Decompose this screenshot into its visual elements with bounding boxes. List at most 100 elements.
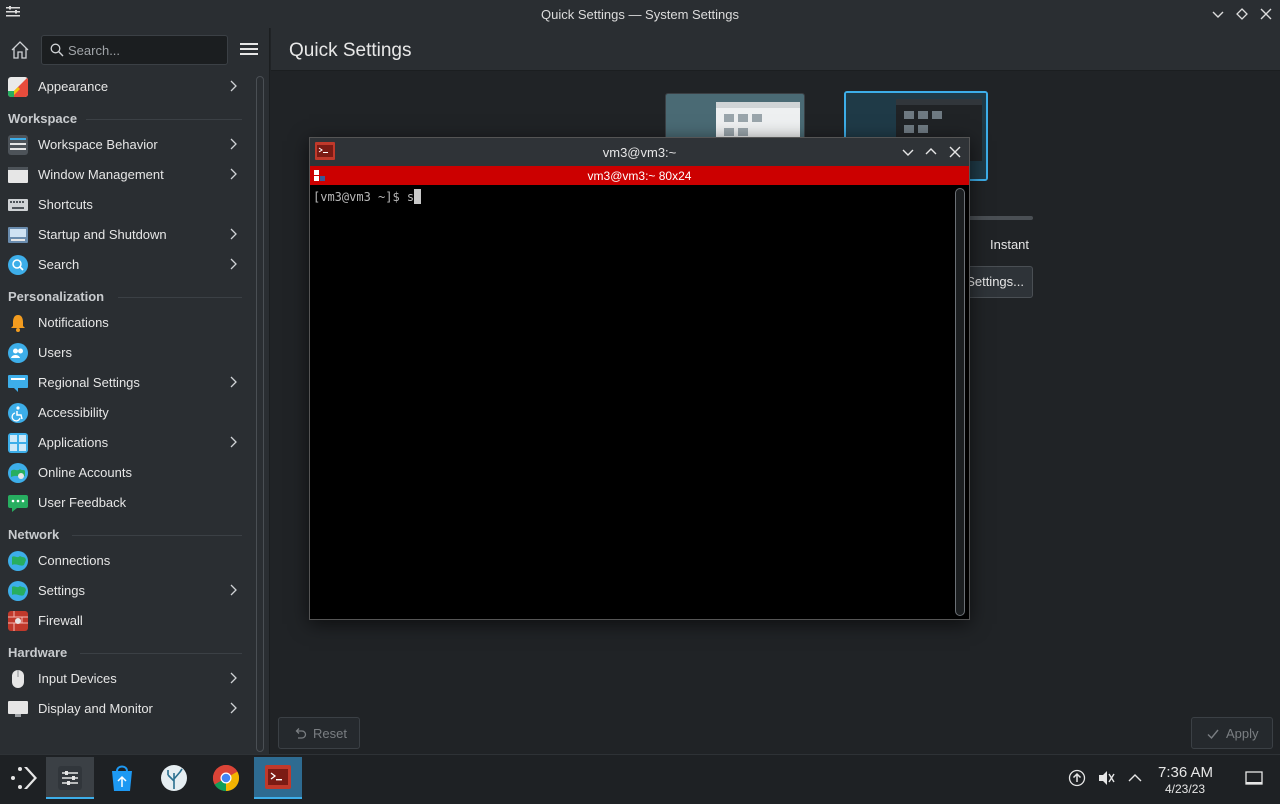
- terminal-tab-bar[interactable]: vm3@vm3:~ 80x24: [310, 166, 969, 185]
- maximize-icon[interactable]: [922, 143, 940, 161]
- terminal-window[interactable]: vm3@vm3:~ vm3@vm3:~ 80x24 [vm3@vm3 ~]$ s: [309, 137, 970, 620]
- users-icon: [8, 343, 28, 363]
- sidebar-item-display-and-monitor[interactable]: Display and Monitor: [0, 694, 252, 724]
- home-button[interactable]: [8, 38, 32, 62]
- bell-icon: [11, 315, 25, 332]
- terminal-icon: [265, 765, 291, 789]
- show-desktop-icon[interactable]: [1245, 769, 1263, 787]
- chevron-right-icon: [230, 376, 237, 388]
- window-management-icon: [8, 167, 28, 183]
- sidebar-item-online-accounts[interactable]: Online Accounts: [0, 458, 252, 488]
- maximize-icon[interactable]: [1234, 6, 1250, 22]
- firewall-icon: [8, 611, 28, 631]
- application-launcher-icon: [11, 767, 37, 789]
- sidebar-item-window-management[interactable]: Window Management: [0, 160, 252, 190]
- animation-speed-slider[interactable]: [961, 216, 1033, 220]
- sidebar-item-input-devices[interactable]: Input Devices: [0, 664, 252, 694]
- keyboard-icon: [8, 199, 28, 211]
- accessibility-icon: [8, 403, 28, 423]
- apply-button[interactable]: Apply: [1191, 717, 1273, 749]
- terminal-output[interactable]: [vm3@vm3 ~]$ s: [310, 185, 951, 619]
- terminal-scrollbar[interactable]: [955, 188, 965, 616]
- sidebar-item-label: Appearance: [38, 79, 109, 94]
- page-title: Quick Settings: [289, 40, 412, 61]
- application-launcher-button[interactable]: [0, 757, 48, 799]
- terminal-prompt-line: [vm3@vm3 ~]$ s: [313, 189, 422, 204]
- taskbar-terminal[interactable]: [254, 757, 302, 799]
- appearance-icon: [8, 77, 28, 97]
- home-icon: [11, 41, 29, 59]
- minimize-icon[interactable]: [899, 143, 917, 161]
- feedback-icon: [8, 495, 28, 512]
- sidebar-item-shortcuts[interactable]: Shortcuts: [0, 190, 252, 220]
- terminal-prompt: [vm3@vm3 ~]$ s: [313, 190, 415, 204]
- more-settings-button[interactable]: Settings...: [961, 266, 1033, 298]
- sidebar-item-firewall[interactable]: Firewall: [0, 606, 252, 636]
- regional-icon: [8, 375, 28, 392]
- taskbar-discover[interactable]: [98, 757, 146, 799]
- system-settings-icon: [58, 766, 82, 790]
- clock-date[interactable]: 4/23/23: [1165, 782, 1205, 796]
- search-input[interactable]: [68, 41, 218, 59]
- apply-label: Apply: [1226, 726, 1259, 741]
- chevron-right-icon: [230, 584, 237, 596]
- sidebar: Appearance Workspace Workspace Behavior …: [0, 28, 270, 754]
- chevron-right-icon: [230, 80, 237, 92]
- sidebar-item-appearance[interactable]: Appearance: [0, 72, 252, 102]
- volume-muted-icon[interactable]: [1097, 769, 1115, 787]
- window-title: Quick Settings — System Settings: [541, 7, 739, 22]
- hamburger-menu-button[interactable]: [238, 40, 260, 60]
- sidebar-item-notifications[interactable]: Notifications: [0, 308, 252, 338]
- minimize-icon[interactable]: [1210, 6, 1226, 22]
- terminal-titlebar[interactable]: vm3@vm3:~: [310, 138, 969, 166]
- terminal-title: vm3@vm3:~: [602, 145, 677, 160]
- chevron-up-icon[interactable]: [1126, 769, 1144, 787]
- taskbar-chrome[interactable]: [202, 757, 250, 799]
- sidebar-item-applications[interactable]: Applications: [0, 428, 252, 458]
- close-icon[interactable]: [1258, 6, 1274, 22]
- sidebar-item-accessibility[interactable]: Accessibility: [0, 398, 252, 428]
- sidebar-scrollbar[interactable]: [256, 76, 264, 752]
- globe-icon: [8, 551, 28, 571]
- chevron-right-icon: [230, 168, 237, 180]
- workspace-behavior-icon: [8, 135, 28, 155]
- sidebar-item-connections[interactable]: Connections: [0, 546, 252, 576]
- search-field[interactable]: [41, 35, 228, 65]
- sidebar-toolbar: [0, 28, 269, 72]
- globe-icon: [8, 581, 28, 601]
- sidebar-item-search[interactable]: Search: [0, 250, 252, 280]
- sidebar-heading-hardware: Hardware: [0, 640, 252, 664]
- sidebar-item-startup-and-shutdown[interactable]: Startup and Shutdown: [0, 220, 252, 250]
- animation-speed-max-label: Instant: [990, 237, 1030, 252]
- sidebar-item-network-settings[interactable]: Settings: [0, 576, 252, 606]
- taskbar-system-settings[interactable]: [46, 757, 94, 799]
- mouse-icon: [12, 670, 24, 688]
- sidebar-item-regional-settings[interactable]: Regional Settings: [0, 368, 252, 398]
- search-icon: [50, 43, 64, 57]
- monitor-icon: [8, 701, 28, 717]
- undo-icon: [295, 728, 307, 739]
- coral-app-icon: [161, 765, 187, 791]
- updates-icon[interactable]: [1068, 769, 1086, 787]
- chevron-right-icon: [230, 138, 237, 150]
- chevron-right-icon: [230, 228, 237, 240]
- close-icon[interactable]: [946, 143, 964, 161]
- window-titlebar[interactable]: Quick Settings — System Settings: [0, 0, 1280, 28]
- page-header: Quick Settings: [271, 28, 1280, 71]
- sidebar-heading-personalization: Personalization: [0, 284, 252, 308]
- search-icon: [8, 255, 28, 275]
- sidebar-heading-workspace: Workspace: [0, 106, 252, 130]
- sidebar-list: Appearance Workspace Workspace Behavior …: [0, 72, 252, 724]
- chevron-right-icon: [230, 672, 237, 684]
- chevron-right-icon: [230, 702, 237, 714]
- sidebar-item-users[interactable]: Users: [0, 338, 252, 368]
- reset-label: Reset: [313, 726, 347, 741]
- reset-button[interactable]: Reset: [278, 717, 360, 749]
- applications-icon: [8, 433, 28, 453]
- clock-time[interactable]: 7:36 AM: [1158, 764, 1213, 781]
- taskbar-coral-app[interactable]: [150, 757, 198, 799]
- chevron-right-icon: [230, 258, 237, 270]
- sidebar-item-user-feedback[interactable]: User Feedback: [0, 488, 252, 518]
- chrome-icon: [212, 764, 240, 792]
- sidebar-item-workspace-behavior[interactable]: Workspace Behavior: [0, 130, 252, 160]
